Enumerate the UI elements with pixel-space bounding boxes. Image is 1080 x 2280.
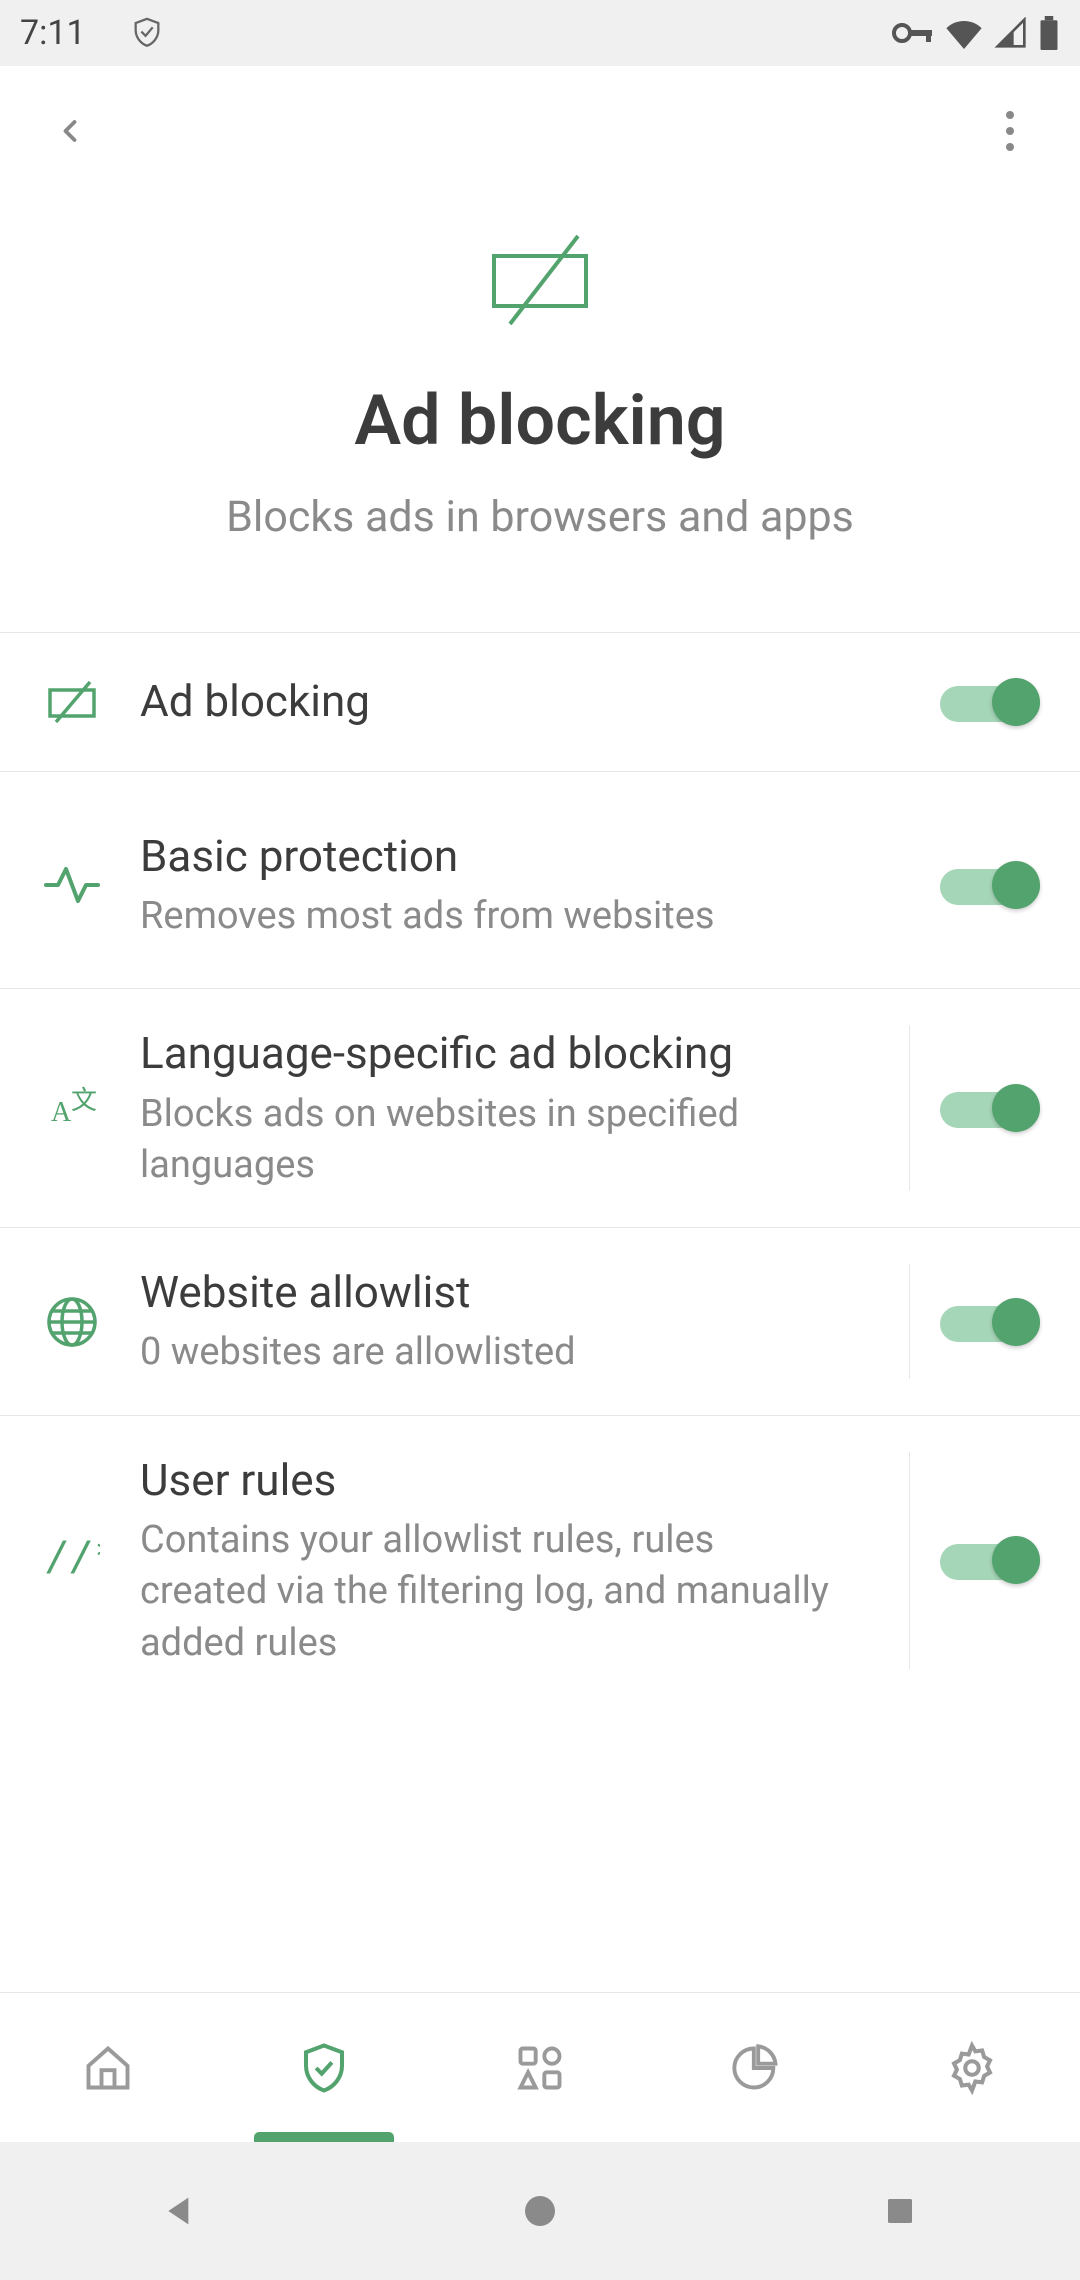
shield-status-icon <box>130 16 164 50</box>
row-subtitle: 0 websites are allowlisted <box>140 1327 849 1378</box>
home-icon <box>82 2042 134 2094</box>
row-title: Website allowlist <box>140 1264 849 1321</box>
row-subtitle: Contains your allowlist rules, rules cre… <box>140 1515 849 1669</box>
nav-protection[interactable] <box>216 1993 432 2142</box>
back-button[interactable] <box>30 91 110 171</box>
toggle-website-allowlist[interactable] <box>940 1298 1040 1346</box>
status-time: 7:11 <box>20 13 86 53</box>
nav-active-indicator <box>254 2132 394 2142</box>
nav-statistics[interactable] <box>648 1993 864 2142</box>
triangle-back-icon <box>160 2191 200 2231</box>
gear-icon <box>945 2041 999 2095</box>
toggle-ad-blocking[interactable] <box>940 678 1040 726</box>
chevron-left-icon <box>52 113 88 149</box>
square-recent-icon <box>882 2193 918 2229</box>
row-title: Basic protection <box>140 828 850 885</box>
android-recent-button[interactable] <box>800 2161 1000 2261</box>
circle-home-icon <box>520 2191 560 2231</box>
activity-icon <box>44 863 100 907</box>
row-ad-blocking[interactable]: Ad blocking <box>0 632 1080 772</box>
top-bar <box>0 66 1080 196</box>
row-subtitle: Blocks ads on websites in specified lang… <box>140 1089 849 1192</box>
page-subtitle: Blocks ads in browsers and apps <box>226 492 854 542</box>
vpn-key-icon <box>892 20 934 46</box>
toggle-user-rules[interactable] <box>940 1536 1040 1584</box>
adblock-icon <box>44 678 100 726</box>
status-bar: 7:11 <box>0 0 1080 66</box>
android-nav-bar <box>0 2142 1080 2280</box>
wifi-icon <box>944 17 984 49</box>
adblock-hero-icon <box>480 226 600 340</box>
overflow-menu-button[interactable] <box>970 91 1050 171</box>
row-user-rules[interactable]: //* User rules Contains your allowlist r… <box>0 1416 1080 1705</box>
page-title: Ad blocking <box>354 380 725 462</box>
page-header: Ad blocking Blocks ads in browsers and a… <box>0 196 1080 632</box>
row-basic-protection[interactable]: Basic protection Removes most ads from w… <box>0 772 1080 989</box>
bottom-nav <box>0 1992 1080 2142</box>
cell-signal-icon <box>994 17 1028 49</box>
svg-text://*: //* <box>46 1538 100 1580</box>
globe-icon <box>44 1295 100 1349</box>
toggle-basic-protection[interactable] <box>940 861 1040 909</box>
row-language-specific[interactable]: A文 Language-specific ad blocking Blocks … <box>0 989 1080 1228</box>
nav-settings[interactable] <box>864 1993 1080 2142</box>
row-title: User rules <box>140 1452 849 1509</box>
svg-text:A: A <box>51 1097 72 1128</box>
battery-icon <box>1038 16 1060 50</box>
settings-list: Ad blocking Basic protection Removes mos… <box>0 632 1080 2142</box>
apps-grid-icon <box>514 2042 566 2094</box>
pie-chart-icon <box>730 2042 782 2094</box>
svg-text:文: 文 <box>71 1085 97 1115</box>
row-website-allowlist[interactable]: Website allowlist 0 websites are allowli… <box>0 1228 1080 1415</box>
nav-apps[interactable] <box>432 1993 648 2142</box>
translate-icon: A文 <box>44 1083 100 1133</box>
row-title: Ad blocking <box>140 673 850 730</box>
nav-home[interactable] <box>0 1993 216 2142</box>
shield-check-icon <box>297 2041 351 2095</box>
row-title: Language-specific ad blocking <box>140 1025 849 1082</box>
toggle-language-specific[interactable] <box>940 1084 1040 1132</box>
row-subtitle: Removes most ads from websites <box>140 891 850 942</box>
android-home-button[interactable] <box>440 2161 640 2261</box>
android-back-button[interactable] <box>80 2161 280 2261</box>
code-icon: //* <box>44 1538 100 1582</box>
kebab-menu-icon <box>1006 111 1014 151</box>
